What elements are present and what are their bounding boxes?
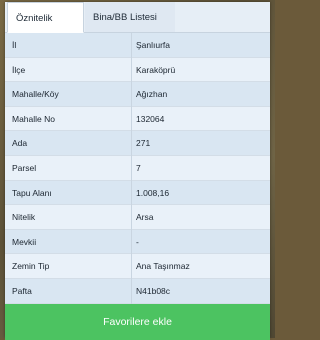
tab-building-list[interactable]: Bina/BB Listesi <box>85 2 175 32</box>
table-row: İl Şanlıurfa <box>5 33 270 58</box>
table-row: Zemin Tip Ana Taşınmaz <box>5 254 270 279</box>
attribute-key: Mevkii <box>12 236 37 247</box>
attribute-key: Ada <box>12 138 28 149</box>
attribute-value: 1.008,16 <box>136 187 170 198</box>
add-to-favorites-button[interactable]: Favorilere ekle <box>5 304 270 340</box>
attribute-value: Ağızhan <box>136 89 168 100</box>
attribute-value: 7 <box>136 163 141 173</box>
attribute-value: Arsa <box>136 212 154 223</box>
attribute-value: Ana Taşınmaz <box>136 261 190 272</box>
table-row: Mahalle/Köy Ağızhan <box>5 82 270 107</box>
attribute-value: - <box>136 236 139 247</box>
attribute-key: Pafta <box>12 286 32 296</box>
table-row: Parsel 7 <box>5 156 270 181</box>
attribute-value: Karaköprü <box>136 64 176 75</box>
attribute-key: Tapu Alanı <box>12 187 52 198</box>
attribute-value: 132064 <box>136 113 165 124</box>
table-row: İlçe Karaköprü <box>5 57 270 83</box>
column-divider <box>131 33 132 306</box>
attribute-value: Şanlıurfa <box>136 40 171 50</box>
attribute-key: Mahalle No <box>12 113 55 124</box>
attribute-key: İl <box>12 40 17 50</box>
attribute-value: 271 <box>136 138 151 149</box>
parcel-info-panel: Öznitelik Bilgisi Bina/BB Listesi İl Şanl… <box>5 2 270 340</box>
attribute-key: Parsel <box>12 163 37 173</box>
tab-attribute-info[interactable]: Öznitelik Bilgisi <box>7 2 84 56</box>
table-row: Mevkii - <box>5 229 270 255</box>
attribute-key: Nitelik <box>12 212 36 223</box>
attribute-key: Mahalle/Köy <box>12 89 59 100</box>
table-row: Tapu Alanı 1.008,16 <box>5 180 270 206</box>
tab-bar: Öznitelik Bilgisi Bina/BB Listesi <box>5 2 270 56</box>
table-row: Pafta N41b08c <box>5 279 270 304</box>
attribute-key: İlçe <box>12 64 26 75</box>
table-row: Mahalle No 132064 <box>5 106 270 132</box>
attribute-value: N41b08c <box>136 286 171 296</box>
attribute-key: Zemin Tip <box>12 261 50 272</box>
table-row: Nitelik Arsa <box>5 205 270 230</box>
table-row: Ada 271 <box>5 131 270 156</box>
